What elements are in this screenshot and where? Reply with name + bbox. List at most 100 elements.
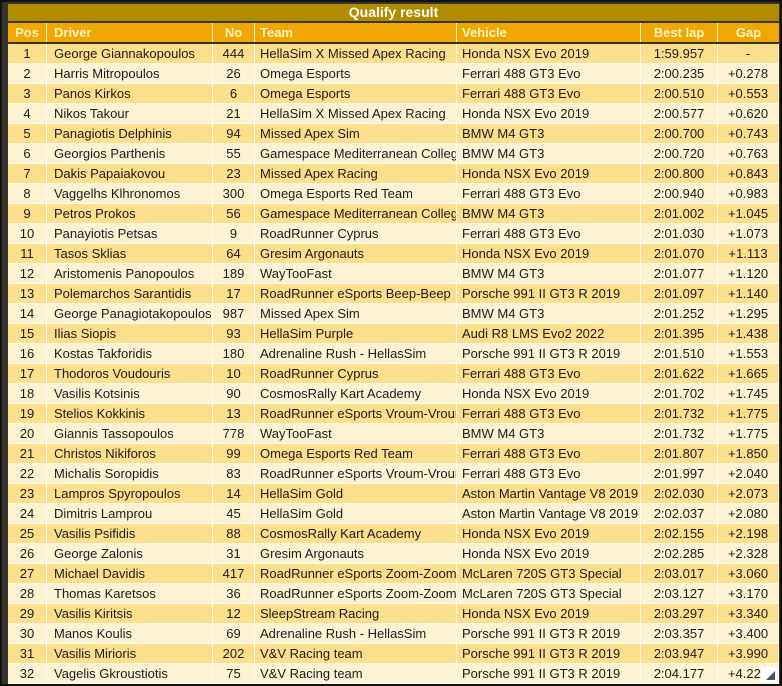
table-row: 1 George Giannakopoulos 444 HellaSim X M… [8,44,779,64]
driver-cell: Georgios Parthenis [47,144,213,164]
vehicle-cell: BMW M4 GT3 [457,264,641,284]
column-header-bestlap: Best lap [641,23,718,42]
pos-cell: 23 [8,484,47,504]
driver-cell: Panos Kirkos [47,84,213,104]
bestlap-cell: 2:01.622 [641,364,718,384]
table-row: 5 Panagiotis Delphinis 94 Missed Apex Si… [8,124,779,144]
no-cell: 94 [213,124,255,144]
table-row: 25 Vasilis Psifidis 88 CosmosRally Kart … [8,524,779,544]
gap-cell: +1.113 [718,244,779,264]
table-row: 15 Ilias Siopis 93 HellaSim Purple Audi … [8,324,779,344]
table-row: 14 George Panagiotakopoulos 987 Missed A… [8,304,779,324]
gap-cell: +0.763 [718,144,779,164]
column-header-driver: Driver [47,23,213,42]
pos-cell: 24 [8,504,47,524]
no-cell: 14 [213,484,255,504]
no-cell: 23 [213,164,255,184]
driver-cell: Vagelis Gkroustiotis [47,664,213,684]
no-cell: 31 [213,544,255,564]
gap-cell: +2.073 [718,484,779,504]
team-cell: Omega Esports Red Team [255,184,457,204]
driver-cell: Dimitris Lamprou [47,504,213,524]
team-cell: RoadRunner eSports Vroum-Vroum [255,464,457,484]
vehicle-cell: Porsche 991 II GT3 R 2019 [457,284,641,304]
gap-cell: +3.170 [718,584,779,604]
pos-cell: 18 [8,384,47,404]
table-row: 2 Harris Mitropoulos 26 Omega Esports Fe… [8,64,779,84]
team-cell: Gresim Argonauts [255,544,457,564]
driver-cell: Panayiotis Petsas [47,224,213,244]
table-body: 1 George Giannakopoulos 444 HellaSim X M… [8,44,779,684]
team-cell: SleepStream Racing [255,604,457,624]
driver-cell: Tasos Sklias [47,244,213,264]
bestlap-cell: 2:00.235 [641,64,718,84]
bestlap-cell: 2:02.285 [641,544,718,564]
gap-cell: +3.400 [718,624,779,644]
driver-cell: Vasilis Mirioris [47,644,213,664]
bestlap-cell: 2:04.177 [641,664,718,684]
bestlap-cell: 1:59.957 [641,44,718,64]
vehicle-cell: BMW M4 GT3 [457,124,641,144]
no-cell: 13 [213,404,255,424]
pos-cell: 27 [8,564,47,584]
table-row: 9 Petros Prokos 56 Gamespace Mediterrane… [8,204,779,224]
no-cell: 88 [213,524,255,544]
no-cell: 417 [213,564,255,584]
gap-cell: +2.198 [718,524,779,544]
team-cell: Missed Apex Racing [255,164,457,184]
vehicle-cell: Porsche 991 II GT3 R 2019 [457,624,641,644]
vehicle-cell: McLaren 720S GT3 Special [457,584,641,604]
gap-cell: +0.983 [718,184,779,204]
outer-frame: Qualify result Pos Driver No Team Vehicl… [0,0,782,686]
table-row: 22 Michalis Soropidis 83 RoadRunner eSpo… [8,464,779,484]
team-cell: HellaSim Gold [255,484,457,504]
bestlap-cell: 2:01.997 [641,464,718,484]
team-cell: HellaSim X Missed Apex Racing [255,44,457,64]
pos-cell: 13 [8,284,47,304]
gap-cell: +1.775 [718,404,779,424]
no-cell: 69 [213,624,255,644]
team-cell: RoadRunner Cyprus [255,364,457,384]
team-cell: CosmosRally Kart Academy [255,384,457,404]
vehicle-cell: BMW M4 GT3 [457,204,641,224]
team-cell: WayTooFast [255,264,457,284]
gap-cell: +0.843 [718,164,779,184]
no-cell: 189 [213,264,255,284]
pos-cell: 17 [8,364,47,384]
team-cell: V&V Racing team [255,644,457,664]
column-header-team: Team [255,23,457,42]
team-cell: Missed Apex Sim [255,124,457,144]
no-cell: 90 [213,384,255,404]
bestlap-cell: 2:03.357 [641,624,718,644]
table-row: 13 Polemarchos Sarantidis 17 RoadRunner … [8,284,779,304]
gap-cell: +3.060 [718,564,779,584]
bestlap-cell: 2:01.732 [641,424,718,444]
bestlap-cell: 2:03.127 [641,584,718,604]
driver-cell: Harris Mitropoulos [47,64,213,84]
pos-cell: 3 [8,84,47,104]
no-cell: 45 [213,504,255,524]
pos-cell: 11 [8,244,47,264]
gap-cell: +3.340 [718,604,779,624]
no-cell: 12 [213,604,255,624]
no-cell: 93 [213,324,255,344]
bestlap-cell: 2:03.947 [641,644,718,664]
bestlap-cell: 2:00.510 [641,84,718,104]
resize-handle[interactable] [761,667,777,682]
no-cell: 56 [213,204,255,224]
no-cell: 180 [213,344,255,364]
pos-cell: 14 [8,304,47,324]
no-cell: 6 [213,84,255,104]
gap-cell: +0.553 [718,84,779,104]
vehicle-cell: BMW M4 GT3 [457,424,641,444]
table-row: 32 Vagelis Gkroustiotis 75 V&V Racing te… [8,664,779,684]
bestlap-cell: 2:01.077 [641,264,718,284]
table-row: 17 Thodoros Voudouris 10 RoadRunner Cypr… [8,364,779,384]
driver-cell: Vasilis Kotsinis [47,384,213,404]
pos-cell: 5 [8,124,47,144]
pos-cell: 29 [8,604,47,624]
gap-cell: +1.045 [718,204,779,224]
pos-cell: 19 [8,404,47,424]
no-cell: 10 [213,364,255,384]
bestlap-cell: 2:02.030 [641,484,718,504]
